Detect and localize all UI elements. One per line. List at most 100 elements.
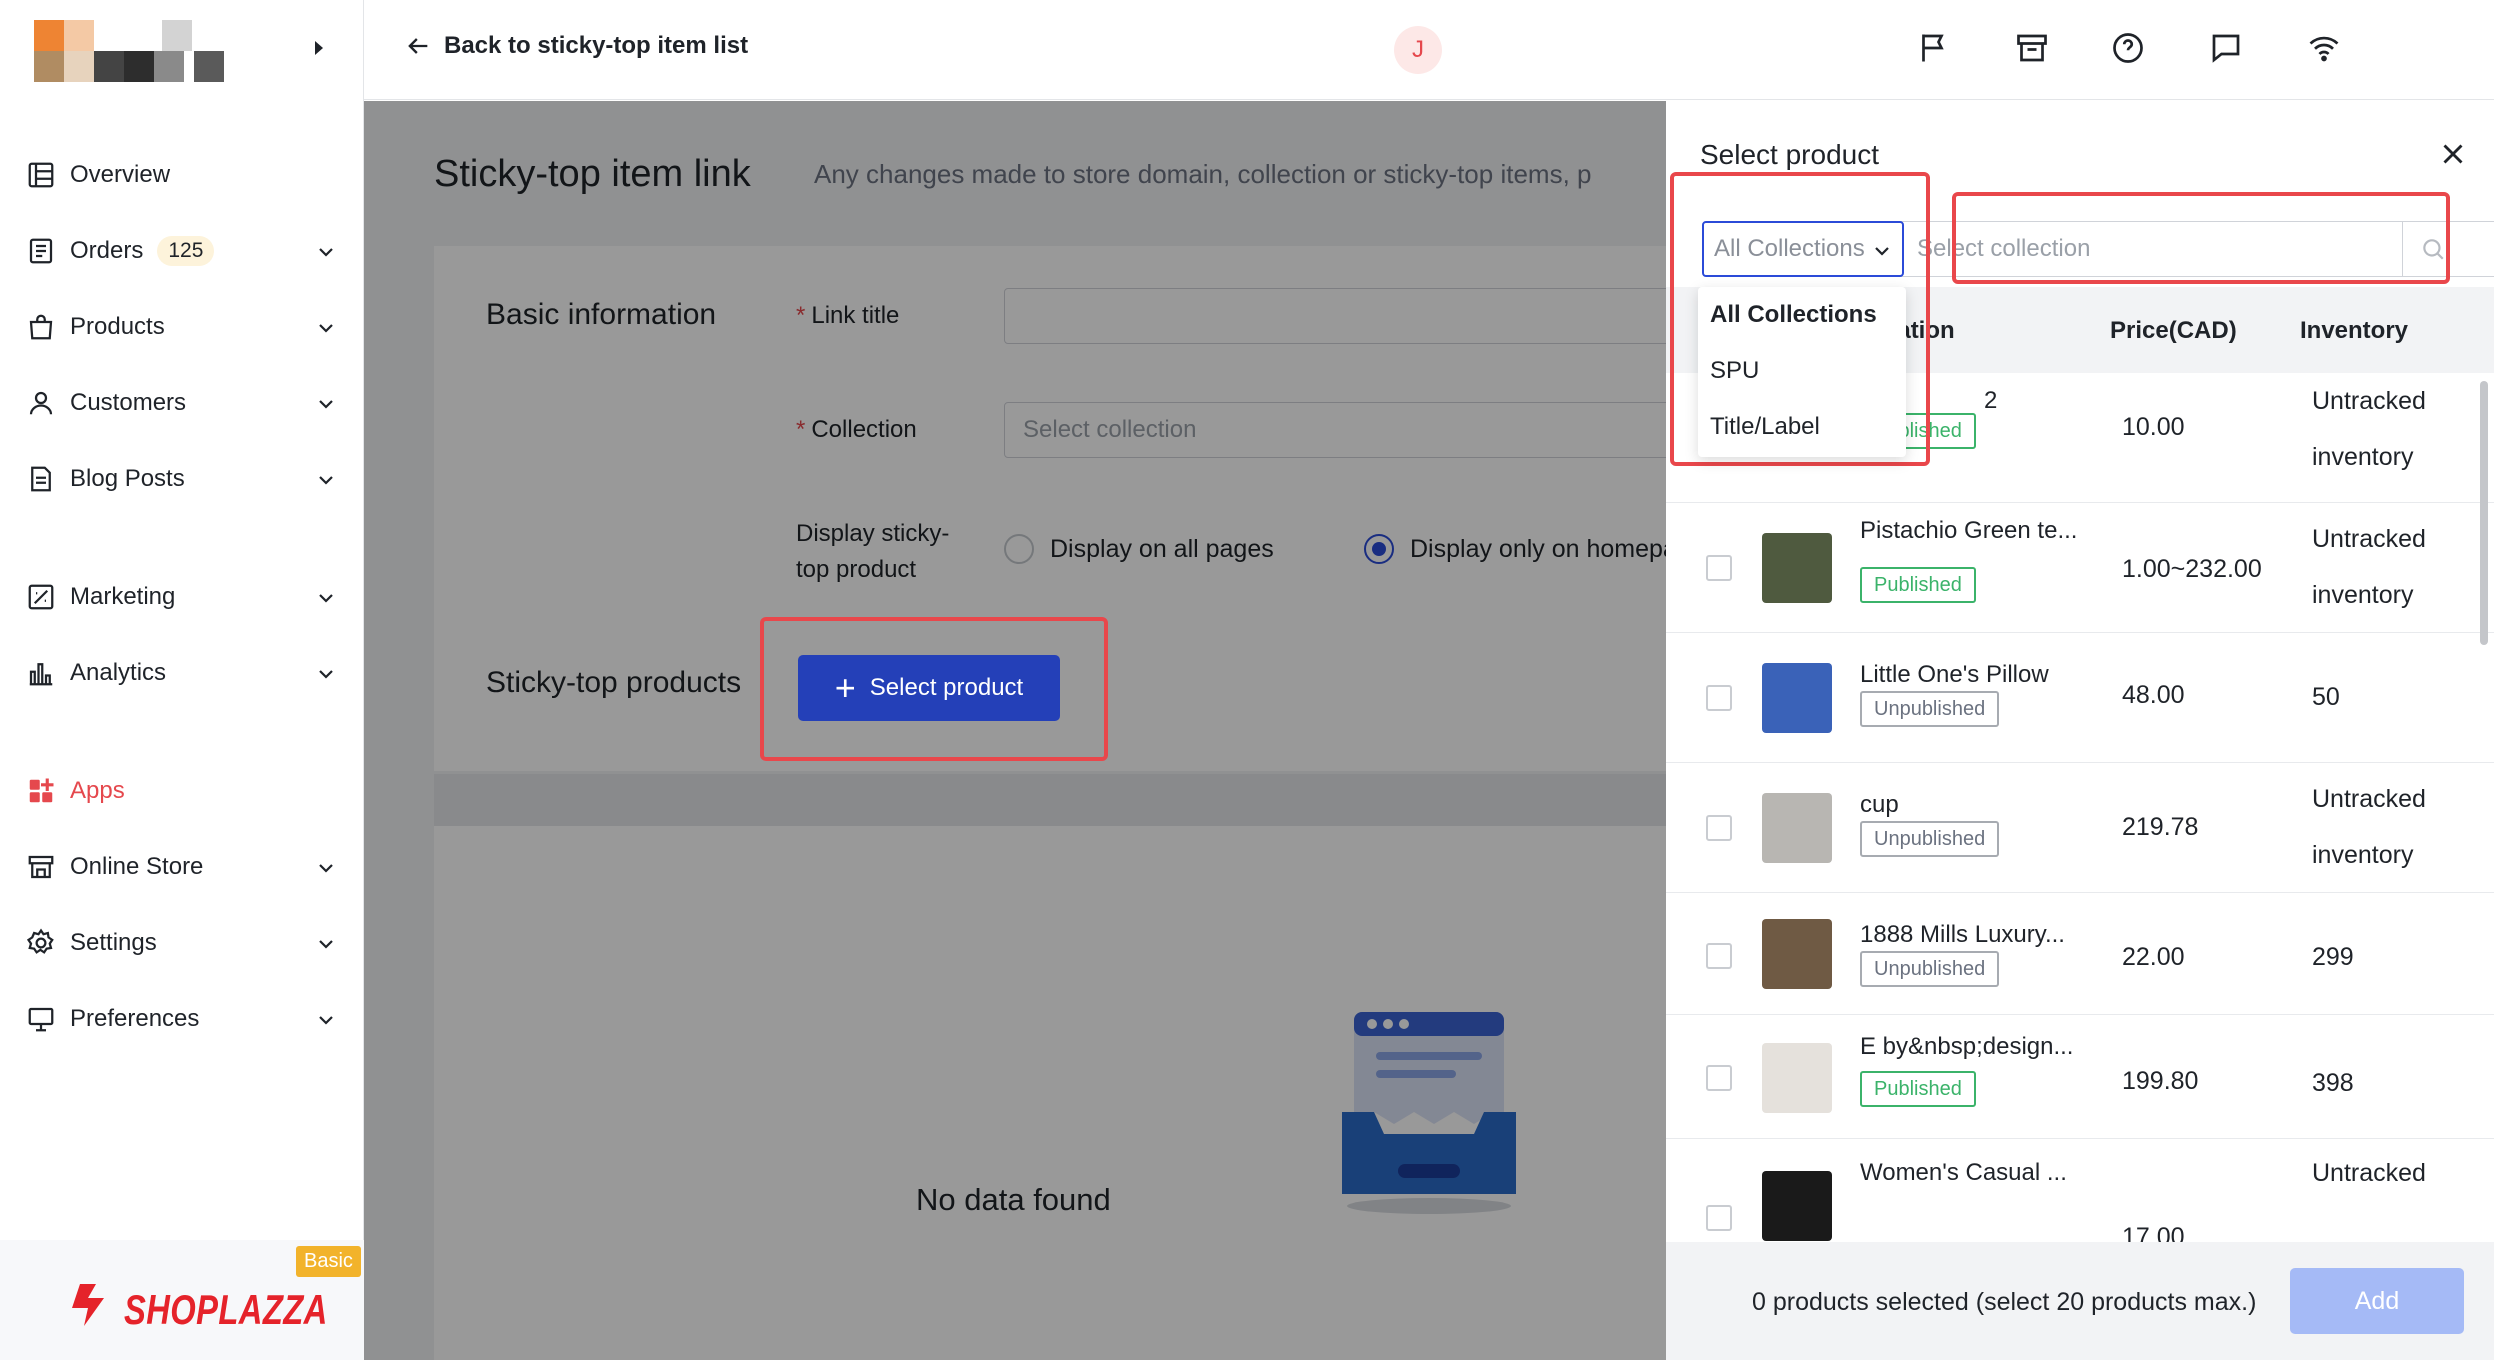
row-checkbox[interactable] — [1706, 1065, 1732, 1091]
option-spu[interactable]: SPU — [1698, 343, 1906, 399]
monitor-icon — [28, 1007, 54, 1032]
product-price: 199.80 — [2122, 1067, 2199, 1095]
product-inventory: 50 — [2312, 683, 2340, 711]
sidebar-expand-icon[interactable] — [312, 38, 326, 64]
sidebar-item-orders[interactable]: Orders 125 — [26, 223, 342, 279]
sidebar-item-overview[interactable]: Overview — [26, 147, 342, 203]
plan-badge: Basic — [296, 1246, 361, 1277]
store-icon — [28, 855, 54, 879]
product-thumbnail — [1762, 1043, 1832, 1113]
product-row[interactable]: E by&nbsp;design... Published 199.80 398 — [1666, 1015, 2494, 1139]
row-checkbox[interactable] — [1706, 943, 1732, 969]
column-inventory: Inventory — [2300, 317, 2409, 344]
scrollbar[interactable] — [2480, 381, 2488, 645]
sidebar-item-blog-posts[interactable]: Blog Posts — [26, 451, 342, 507]
sidebar-item-label: Customers — [70, 389, 187, 416]
sidebar-item-products[interactable]: Products — [26, 299, 342, 355]
sidebar-item-customers[interactable]: Customers — [26, 375, 342, 431]
product-row[interactable]: Pistachio Green te... Published 1.00~232… — [1666, 503, 2494, 633]
marketing-icon — [28, 584, 54, 610]
status-badge: Unpublished — [1860, 821, 2000, 857]
status-badge: Unpublished — [1860, 691, 2000, 727]
product-row[interactable]: cup Unpublished 219.78 Untracked inventor… — [1666, 763, 2494, 893]
sidebar-item-preferences[interactable]: Preferences — [26, 991, 342, 1047]
product-thumbnail — [1762, 1171, 1832, 1241]
add-button[interactable]: Add — [2290, 1268, 2464, 1334]
select-product-drawer: Select product Select collection All Col… — [1666, 101, 2494, 1360]
store-logo[interactable] — [34, 20, 224, 82]
sidebar-item-apps[interactable]: Apps — [26, 763, 342, 819]
brand-footer: Basic SHOPLAZZA — [0, 1240, 364, 1360]
chevron-down-icon — [316, 933, 336, 961]
product-name: 2 — [1984, 387, 1998, 414]
chevron-down-icon — [316, 317, 336, 345]
shoplazza-logo-icon — [72, 1284, 104, 1326]
row-checkbox[interactable] — [1706, 555, 1732, 581]
product-price: 219.78 — [2122, 813, 2199, 841]
option-all-collections[interactable]: All Collections — [1698, 287, 1906, 343]
sidebar-item-online-store[interactable]: Online Store — [26, 839, 342, 895]
sidebar-item-label: Marketing — [70, 583, 176, 610]
row-checkbox[interactable] — [1706, 685, 1732, 711]
product-inventory: 299 — [2312, 943, 2354, 971]
top-bar: Back to sticky-top item list J — [364, 0, 2494, 100]
status-badge: Published — [1860, 1071, 1976, 1107]
chevron-down-icon — [316, 663, 336, 691]
sidebar-item-label: Settings — [70, 929, 157, 956]
product-name: 1888 Mills Luxury... — [1860, 921, 2065, 948]
product-price: 1.00~232.00 — [2122, 555, 2262, 583]
store-front-icon[interactable] — [2014, 30, 2050, 66]
close-icon[interactable] — [2436, 137, 2470, 171]
column-price: Price(CAD) — [2110, 317, 2237, 344]
product-row[interactable]: Little One's Pillow Unpublished 48.00 50 — [1666, 633, 2494, 763]
product-price: 48.00 — [2122, 681, 2185, 709]
back-link[interactable]: Back to sticky-top item list — [404, 32, 748, 60]
sidebar-item-analytics[interactable]: Analytics — [26, 645, 342, 701]
product-thumbnail — [1762, 663, 1832, 733]
overview-icon — [28, 162, 54, 188]
chevron-down-icon — [316, 857, 336, 885]
apps-icon — [29, 778, 54, 803]
product-price: 22.00 — [2122, 943, 2185, 971]
product-name: Little One's Pillow — [1860, 661, 2049, 688]
product-row[interactable]: 1888 Mills Luxury... Unpublished 22.00 2… — [1666, 893, 2494, 1015]
sidebar-item-marketing[interactable]: Marketing — [26, 569, 342, 625]
wifi-icon[interactable] — [2306, 30, 2342, 66]
chevron-down-icon — [316, 393, 336, 421]
drawer-footer: 0 products selected (select 20 products … — [1666, 1242, 2494, 1360]
sidebar-item-label: Online Store — [70, 853, 204, 880]
blog-icon — [31, 466, 51, 492]
highlight-select-product — [760, 617, 1108, 761]
gear-icon — [26, 928, 54, 954]
option-title-label[interactable]: Title/Label — [1698, 399, 1906, 455]
chevron-down-icon — [316, 587, 336, 615]
product-price: 10.00 — [2122, 413, 2185, 441]
product-row[interactable]: Women's Casual ... 17.00 Untracked — [1666, 1139, 2494, 1242]
user-avatar[interactable]: J — [1394, 26, 1442, 74]
sidebar-item-label: Preferences — [70, 1005, 200, 1032]
product-thumbnail — [1762, 919, 1832, 989]
brand-name: SHOPLAZZA — [124, 1286, 328, 1333]
analytics-icon — [29, 663, 53, 686]
product-name: Women's Casual ... — [1860, 1159, 2067, 1186]
drawer-title: Select product — [1700, 139, 1879, 170]
sidebar-item-label: Products — [70, 313, 165, 340]
orders-icon — [29, 238, 53, 264]
products-icon — [29, 314, 53, 340]
sidebar-item-label: Overview — [70, 161, 171, 188]
product-name: cup — [1860, 791, 1899, 818]
row-checkbox[interactable] — [1706, 815, 1732, 841]
chevron-down-icon — [316, 241, 336, 269]
sidebar-item-label: Orders — [70, 237, 144, 264]
flag-icon[interactable] — [1916, 30, 1952, 66]
chat-icon[interactable] — [2208, 30, 2244, 66]
product-name: Pistachio Green te... — [1860, 517, 2078, 544]
help-icon[interactable] — [2110, 30, 2146, 66]
sidebar-item-settings[interactable]: Settings — [26, 915, 342, 971]
chevron-down-icon — [316, 1009, 336, 1037]
selection-count-text: 0 products selected (select 20 products … — [1752, 1288, 2257, 1316]
product-inventory: Untracked — [2312, 1159, 2426, 1187]
status-badge: Unpublished — [1860, 951, 2000, 987]
row-checkbox[interactable] — [1706, 1205, 1732, 1231]
sidebar-item-label: Apps — [70, 777, 125, 804]
